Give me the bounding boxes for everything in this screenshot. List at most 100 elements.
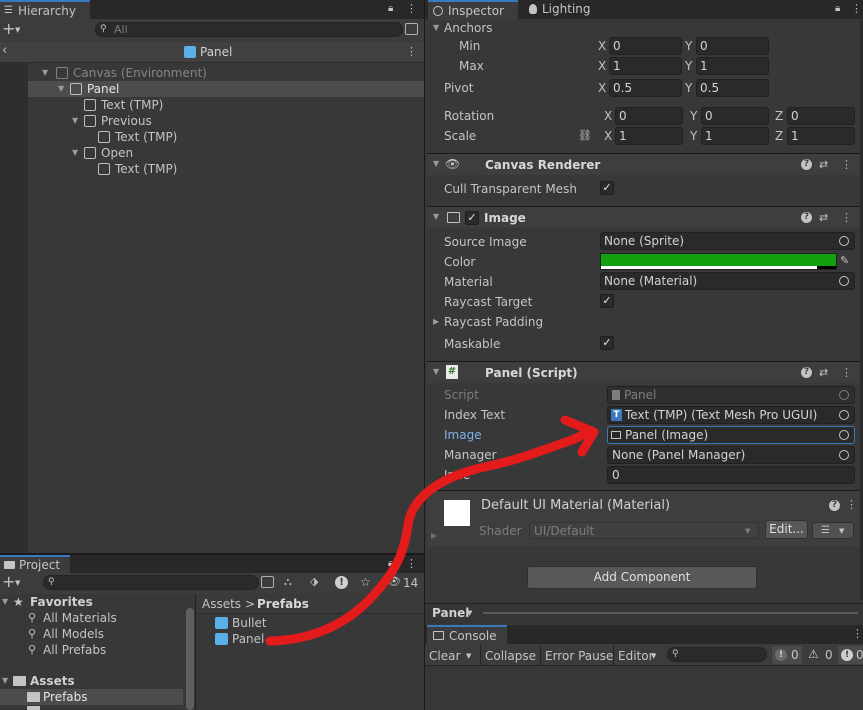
pivot-y-field[interactable]: 0.5 bbox=[696, 79, 769, 97]
image-reference-field[interactable]: Panel (Image) bbox=[607, 426, 855, 444]
index-field[interactable]: 0 bbox=[607, 466, 855, 484]
editor-dropdown[interactable]: Editor bbox=[618, 648, 654, 664]
chevron-down-icon[interactable]: ▼ bbox=[466, 649, 471, 663]
expand-triangle-icon[interactable]: ▼ bbox=[433, 20, 439, 36]
help-icon[interactable]: ? bbox=[801, 367, 812, 378]
favorite-item[interactable]: All Materials bbox=[43, 610, 117, 626]
preview-dropdown[interactable]: Panel ▼ bbox=[428, 605, 478, 621]
add-component-button[interactable]: Add Component bbox=[527, 566, 757, 589]
manager-field[interactable]: None (Panel Manager) bbox=[607, 446, 855, 464]
maskable-checkbox[interactable]: ✓ bbox=[600, 336, 614, 350]
anchor-min-x-field[interactable]: 0 bbox=[609, 37, 682, 55]
object-picker-icon[interactable] bbox=[839, 276, 849, 286]
console-search-input[interactable]: ⚲ bbox=[667, 647, 767, 662]
search-options-icon[interactable] bbox=[405, 23, 418, 35]
label-tag-icon[interactable]: ⬗ bbox=[310, 575, 318, 589]
scale-x-field[interactable]: 1 bbox=[615, 127, 683, 145]
rotation-y-field[interactable]: 0 bbox=[701, 107, 769, 125]
object-picker-icon[interactable] bbox=[839, 410, 849, 420]
hierarchy-tab[interactable]: ☰ Hierarchy bbox=[0, 0, 90, 20]
filter-type-icon[interactable]: ⛬ bbox=[284, 575, 292, 589]
hidden-eye-icon[interactable]: 👁︎ bbox=[387, 575, 401, 589]
preset-sliders-icon[interactable]: ⇄ bbox=[819, 158, 828, 172]
rotation-x-field[interactable]: 0 bbox=[615, 107, 683, 125]
image-header[interactable]: ▼ ✓ Image ? ⇄ ⋮ bbox=[427, 206, 860, 228]
hierarchy-row-previous[interactable]: ▼ Previous bbox=[28, 113, 424, 129]
color-field[interactable] bbox=[600, 253, 837, 270]
add-dropdown-icon[interactable]: + bbox=[2, 21, 15, 37]
anchors-label[interactable]: Anchors bbox=[444, 20, 493, 36]
log-count-toggle[interactable]: ! 0 bbox=[838, 646, 863, 664]
object-picker-icon[interactable] bbox=[839, 236, 849, 246]
link-icon[interactable]: ⛓ bbox=[578, 129, 592, 143]
help-icon[interactable]: ? bbox=[801, 159, 812, 170]
collapse-button[interactable]: Collapse bbox=[485, 648, 536, 664]
raycast-padding-label[interactable]: Raycast Padding bbox=[444, 314, 543, 330]
clear-button[interactable]: Clear bbox=[429, 648, 460, 664]
hierarchy-row-canvas[interactable]: ▼ Canvas (Environment) bbox=[28, 65, 424, 81]
anchor-max-x-field[interactable]: 1 bbox=[609, 57, 682, 75]
search-by-type-icon[interactable] bbox=[261, 576, 274, 588]
lock-icon[interactable]: 🔒︎ bbox=[835, 2, 840, 16]
material-options-button[interactable]: ☰ ▼ bbox=[812, 522, 854, 539]
lock-icon[interactable]: 🔒︎ bbox=[388, 2, 393, 16]
rotation-z-field[interactable]: 0 bbox=[787, 107, 855, 125]
more-menu-icon[interactable]: ⋮ bbox=[406, 557, 417, 571]
hierarchy-row-text[interactable]: Text (TMP) bbox=[28, 161, 424, 177]
scale-y-field[interactable]: 1 bbox=[701, 127, 769, 145]
favorites-label[interactable]: Favorites bbox=[30, 594, 93, 610]
pivot-x-field[interactable]: 0.5 bbox=[609, 79, 682, 97]
anchor-min-y-field[interactable]: 0 bbox=[696, 37, 769, 55]
image-enabled-checkbox[interactable]: ✓ bbox=[465, 211, 479, 225]
expand-triangle-icon[interactable]: ▼ bbox=[2, 594, 8, 610]
hierarchy-row-open[interactable]: ▼ Open bbox=[28, 145, 424, 161]
more-menu-icon[interactable]: ⋮ bbox=[852, 627, 863, 641]
error-pause-button[interactable]: Error Pause bbox=[545, 648, 613, 664]
component-menu-icon[interactable]: ⋮ bbox=[841, 158, 852, 172]
preset-sliders-icon[interactable]: ⇄ bbox=[819, 366, 828, 380]
breadcrumb-root[interactable]: Assets bbox=[202, 596, 241, 612]
expand-triangle-icon[interactable]: ▼ bbox=[433, 364, 439, 380]
panel-script-header[interactable]: ▼ # Panel (Script) ? ⇄ ⋮ bbox=[427, 361, 860, 383]
hierarchy-row-text[interactable]: Text (TMP) bbox=[28, 97, 424, 113]
project-search-input[interactable]: ⚲ bbox=[43, 575, 259, 590]
favorite-item[interactable]: All Prefabs bbox=[43, 642, 106, 658]
favorite-item[interactable]: All Models bbox=[43, 626, 104, 642]
back-arrow-icon[interactable]: ‹ bbox=[2, 44, 7, 58]
expand-triangle-icon[interactable]: ▼ bbox=[433, 156, 439, 172]
error-count-toggle[interactable]: ! 0 bbox=[772, 646, 802, 664]
scale-z-field[interactable]: 1 bbox=[787, 127, 855, 145]
anchor-max-y-field[interactable]: 1 bbox=[696, 57, 769, 75]
source-image-field[interactable]: None (Sprite) bbox=[600, 232, 855, 250]
asset-file-item[interactable]: Bullet bbox=[232, 615, 267, 631]
component-menu-icon[interactable]: ⋮ bbox=[841, 211, 852, 225]
expand-triangle-icon[interactable]: ▶ bbox=[431, 528, 437, 544]
component-menu-icon[interactable]: ⋮ bbox=[841, 366, 852, 380]
edit-shader-button[interactable]: Edit... bbox=[765, 520, 808, 539]
more-menu-icon[interactable]: ⋮ bbox=[406, 2, 417, 16]
expand-triangle-icon[interactable]: ▶ bbox=[433, 314, 439, 330]
lock-icon[interactable]: 🔒︎ bbox=[388, 557, 393, 571]
expand-triangle-icon[interactable]: ▼ bbox=[72, 113, 78, 129]
object-picker-icon[interactable] bbox=[839, 450, 849, 460]
hierarchy-row-text[interactable]: Text (TMP) bbox=[28, 129, 424, 145]
more-menu-icon[interactable]: ⋮ bbox=[851, 2, 862, 16]
star-filter-icon[interactable]: ☆ bbox=[360, 575, 371, 589]
object-picker-icon[interactable] bbox=[839, 430, 849, 440]
hierarchy-search-input[interactable]: ⚲ All bbox=[95, 22, 403, 37]
canvas-renderer-header[interactable]: ▼ 👁︎ Canvas Renderer ? ⇄ ⋮ bbox=[427, 153, 860, 175]
breadcrumb-current[interactable]: Prefabs bbox=[257, 596, 309, 612]
expand-triangle-icon[interactable]: ▼ bbox=[433, 209, 439, 225]
expand-triangle-icon[interactable]: ▼ bbox=[58, 81, 64, 97]
expand-triangle-icon[interactable]: ▼ bbox=[72, 145, 78, 161]
help-icon[interactable]: ? bbox=[801, 212, 812, 223]
add-dropdown-icon[interactable]: + bbox=[2, 574, 15, 590]
sidebar-scrollbar[interactable] bbox=[186, 608, 194, 710]
raycast-target-checkbox[interactable]: ✓ bbox=[600, 294, 614, 308]
tab-inspector[interactable]: Inspector bbox=[428, 0, 518, 20]
expand-triangle-icon[interactable]: ▼ bbox=[2, 673, 8, 689]
warning-filter-icon[interactable]: ! bbox=[335, 576, 348, 589]
eyedropper-icon[interactable]: ✎ bbox=[840, 254, 849, 268]
scene-more-icon[interactable]: ⋮ bbox=[406, 45, 417, 59]
cull-transparent-mesh-checkbox[interactable]: ✓ bbox=[600, 181, 614, 195]
